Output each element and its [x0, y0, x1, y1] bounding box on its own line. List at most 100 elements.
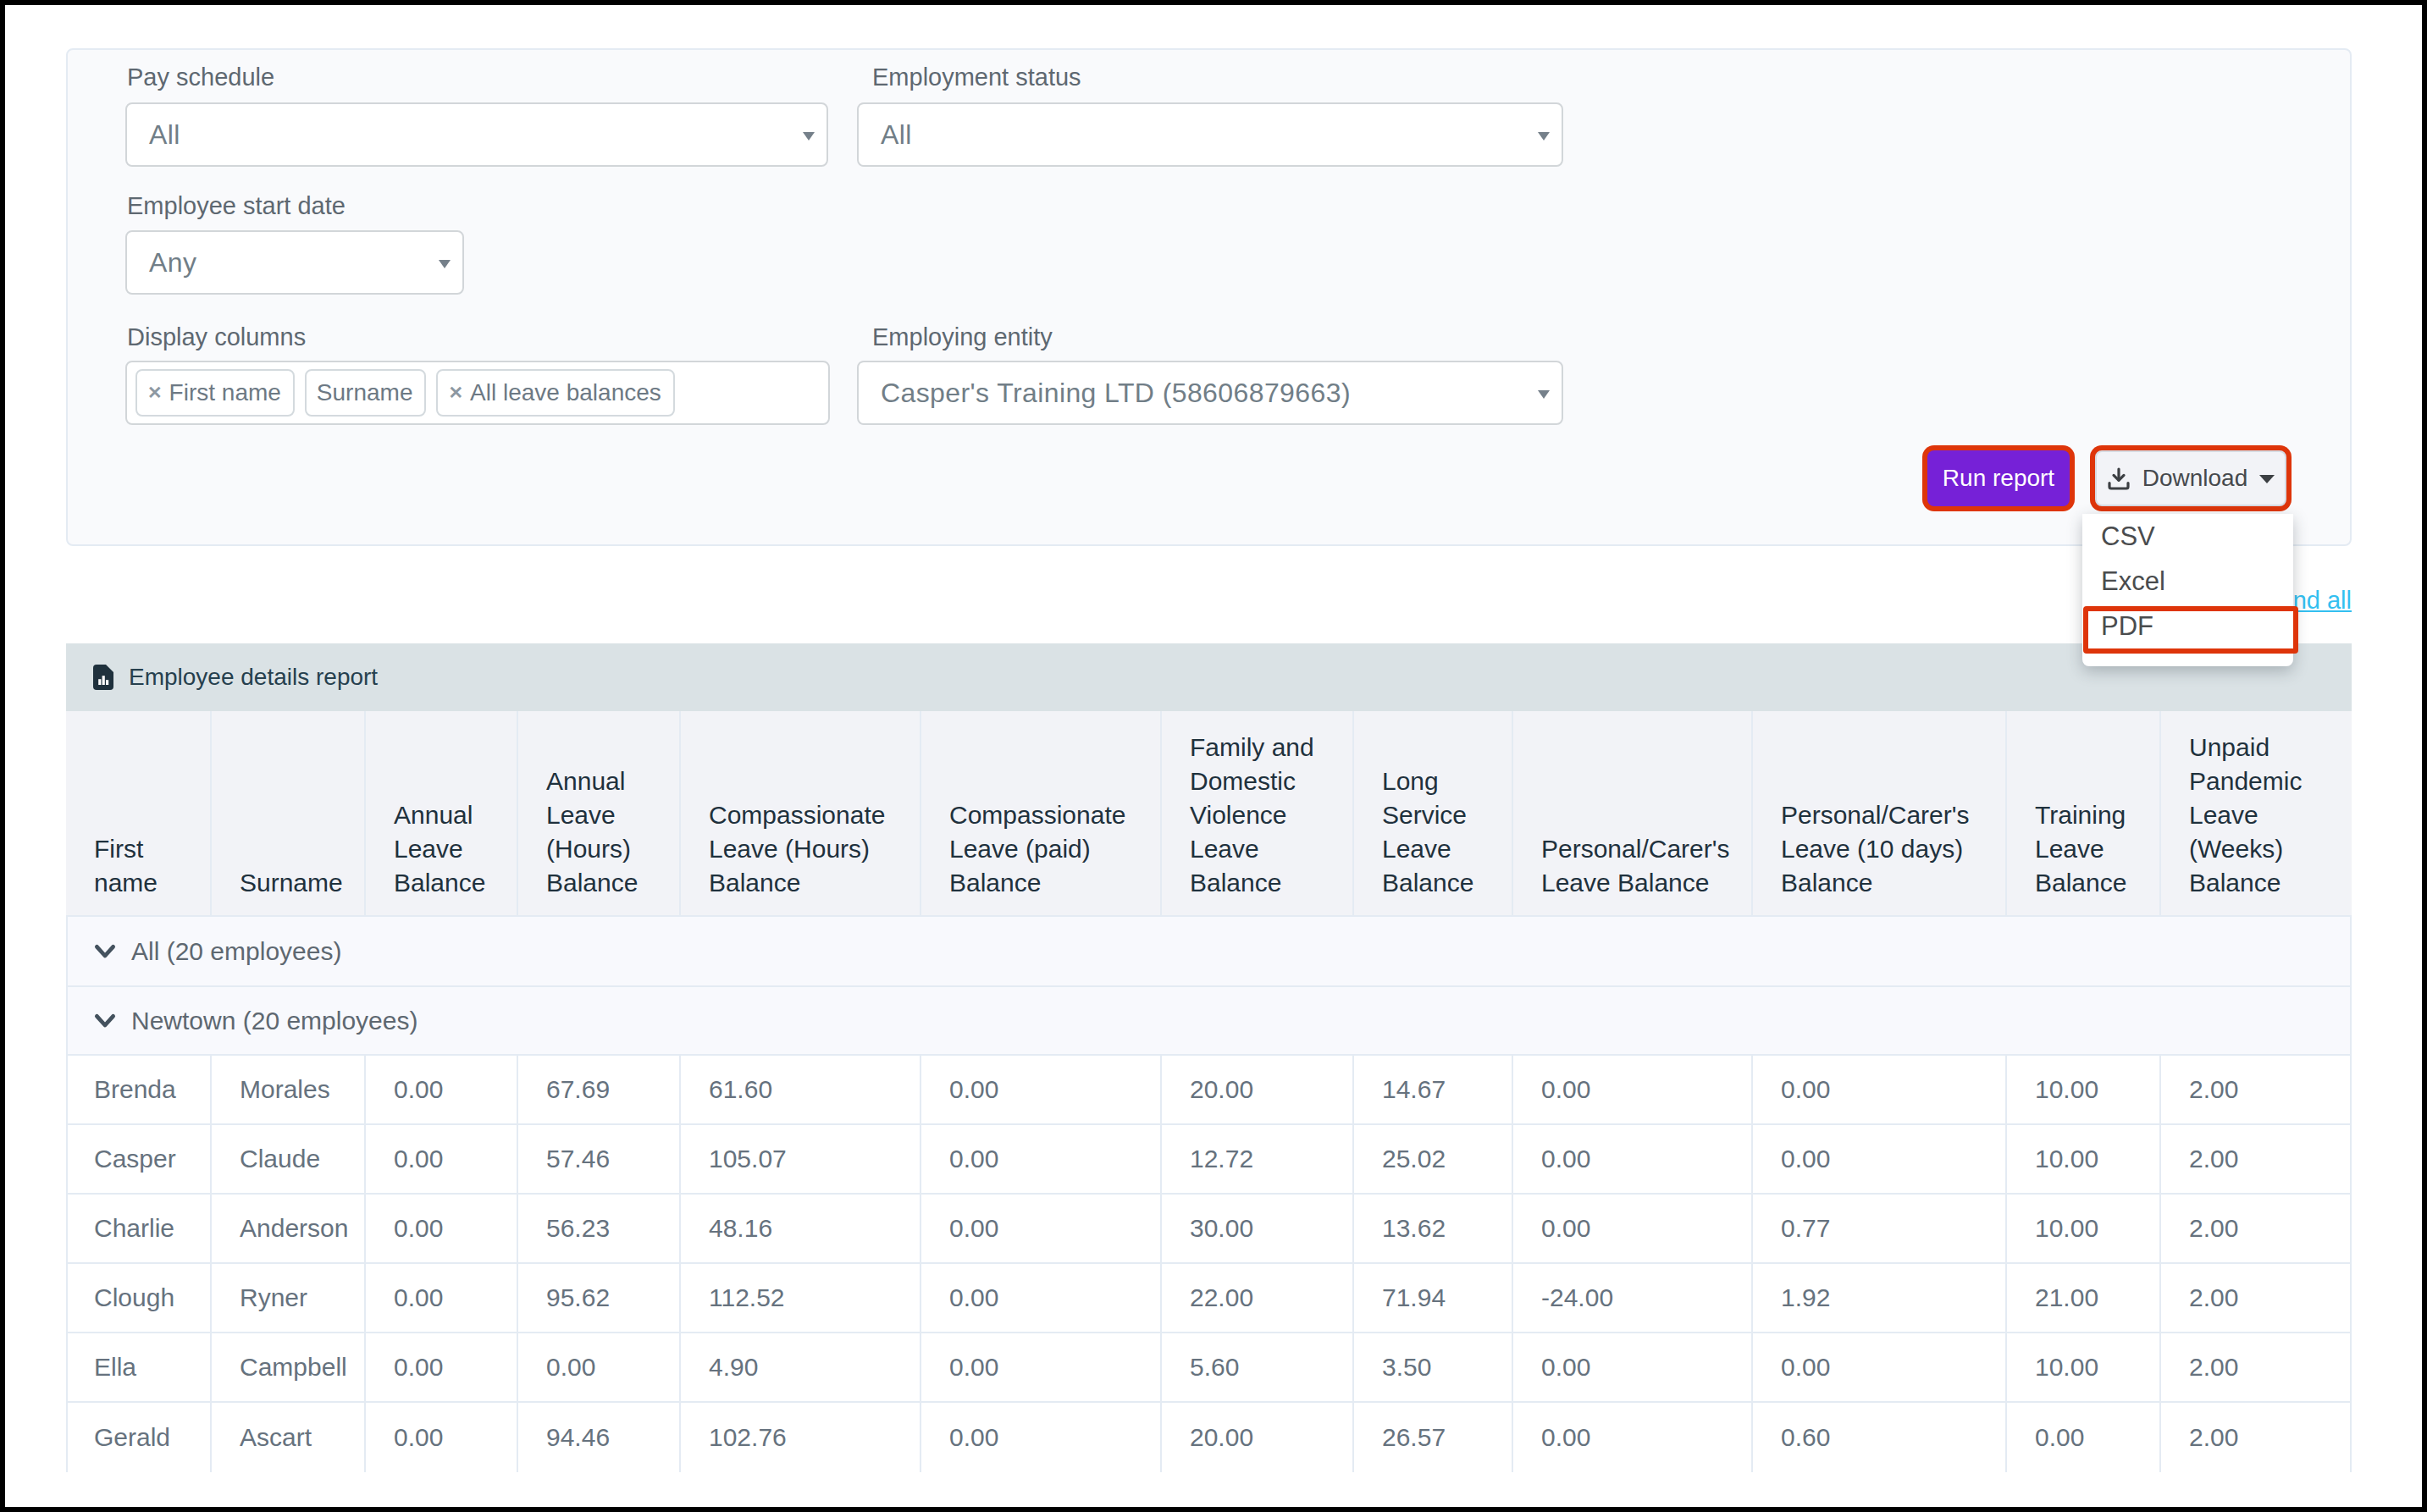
column-tag[interactable]: ✕ All leave balances — [436, 369, 674, 417]
table-cell: Gerald — [66, 1403, 210, 1472]
display-columns-label: Display columns — [127, 324, 306, 350]
report-title: Employee details report — [129, 664, 378, 691]
table-cell: Ryner — [210, 1264, 364, 1332]
employment-status-label: Employment status — [872, 64, 1081, 90]
table-cell: 10.00 — [2005, 1125, 2159, 1193]
pay-schedule-select[interactable]: All — [125, 102, 828, 167]
table-cell: Ascart — [210, 1403, 364, 1472]
table-header-row: First nameSurnameAnnual Leave BalanceAnn… — [66, 711, 2352, 917]
table-cell: 0.00 — [364, 1264, 517, 1332]
table-cell: 0.00 — [1751, 1056, 2005, 1123]
column-tag[interactable]: Surname — [305, 369, 427, 417]
table-cell: 10.00 — [2005, 1056, 2159, 1123]
table-cell: Casper — [66, 1125, 210, 1193]
header-cell: Long Service Leave Balance — [1352, 711, 1512, 915]
header-cell: Surname — [210, 711, 364, 915]
table-row: BrendaMorales0.0067.6961.600.0020.0014.6… — [66, 1056, 2352, 1125]
header-cell: Training Leave Balance — [2005, 711, 2159, 915]
table-cell: Clough — [66, 1264, 210, 1332]
chevron-down-icon — [1538, 390, 1550, 399]
table-cell: 0.00 — [364, 1333, 517, 1401]
table-cell: 25.02 — [1352, 1125, 1512, 1193]
tag-label: All leave balances — [470, 379, 661, 406]
employing-entity-select[interactable]: Casper's Training LTD (58606879663) — [857, 361, 1563, 425]
table-body: BrendaMorales0.0067.6961.600.0020.0014.6… — [66, 1056, 2352, 1472]
header-cell: Family and Domestic Violence Leave Balan… — [1160, 711, 1352, 915]
table-cell: 3.50 — [1352, 1333, 1512, 1401]
header-cell: Compassionate Leave (paid) Balance — [920, 711, 1160, 915]
employee-start-date-select[interactable]: Any — [125, 230, 464, 295]
table-cell: 1.92 — [1751, 1264, 2005, 1332]
table-cell: 0.00 — [1512, 1195, 1751, 1262]
download-icon — [2107, 466, 2131, 490]
employment-status-value: All — [881, 119, 912, 151]
table-cell: Claude — [210, 1125, 364, 1193]
header-cell: Compassionate Leave (Hours) Balance — [679, 711, 920, 915]
table-cell: 2.00 — [2159, 1125, 2352, 1193]
table-row: EllaCampbell0.000.004.900.005.603.500.00… — [66, 1333, 2352, 1403]
table-cell: 2.00 — [2159, 1333, 2352, 1401]
pay-schedule-value: All — [149, 119, 180, 151]
table-cell: 0.00 — [1512, 1056, 1751, 1123]
table-cell: 61.60 — [679, 1056, 920, 1123]
table-cell: 0.00 — [920, 1195, 1160, 1262]
table-cell: 0.00 — [364, 1403, 517, 1472]
remove-tag-icon[interactable]: ✕ — [448, 383, 463, 403]
table-cell: 0.00 — [920, 1403, 1160, 1472]
header-cell: Unpaid Pandemic Leave (Weeks) Balance — [2159, 711, 2352, 915]
table-cell: 2.00 — [2159, 1056, 2352, 1123]
group-label: All (20 employees) — [131, 937, 341, 966]
table-cell: 0.00 — [920, 1125, 1160, 1193]
table-cell: 0.00 — [1751, 1333, 2005, 1401]
employment-status-select[interactable]: All — [857, 102, 1563, 167]
table-cell: Brenda — [66, 1056, 210, 1123]
table-cell: 0.00 — [2005, 1403, 2159, 1472]
table-cell: 0.77 — [1751, 1195, 2005, 1262]
group-row-newtown[interactable]: Newtown (20 employees) — [66, 987, 2352, 1056]
table-cell: 0.00 — [1512, 1403, 1751, 1472]
table-cell: 67.69 — [517, 1056, 679, 1123]
display-columns-input[interactable]: ✕First nameSurname ✕ All leave balances — [125, 361, 830, 425]
run-report-button[interactable]: Run report — [1927, 450, 2070, 506]
download-label: Download — [2142, 465, 2248, 492]
pay-schedule-label: Pay schedule — [127, 64, 274, 90]
report-icon — [93, 665, 113, 690]
table-cell: 10.00 — [2005, 1333, 2159, 1401]
download-button[interactable]: Download — [2095, 450, 2286, 506]
table-cell: 10.00 — [2005, 1195, 2159, 1262]
pdf-annotation-box — [2083, 606, 2298, 654]
chevron-down-icon — [439, 260, 451, 268]
table-cell: 2.00 — [2159, 1403, 2352, 1472]
table-cell: 14.67 — [1352, 1056, 1512, 1123]
table-cell: 71.94 — [1352, 1264, 1512, 1332]
table-row: CasperClaude0.0057.46105.070.0012.7225.0… — [66, 1125, 2352, 1195]
table-cell: 30.00 — [1160, 1195, 1352, 1262]
table-cell: 95.62 — [517, 1264, 679, 1332]
table-cell: 102.76 — [679, 1403, 920, 1472]
table-cell: 13.62 — [1352, 1195, 1512, 1262]
table-cell: 57.46 — [517, 1125, 679, 1193]
header-cell: Personal/Carer's Leave (10 days) Balance — [1751, 711, 2005, 915]
table-row: CharlieAnderson0.0056.2348.160.0030.0013… — [66, 1195, 2352, 1264]
table-cell: 0.00 — [364, 1195, 517, 1262]
menu-item-csv[interactable]: CSV — [2082, 514, 2293, 559]
employing-entity-value: Casper's Training LTD (58606879663) — [881, 378, 1351, 409]
table-cell: 0.00 — [920, 1264, 1160, 1332]
remove-tag-icon[interactable]: ✕ — [147, 383, 163, 403]
table-cell: 0.00 — [364, 1056, 517, 1123]
chevron-down-icon — [94, 944, 116, 959]
group-label: Newtown (20 employees) — [131, 1007, 417, 1035]
group-row-all[interactable]: All (20 employees) — [66, 917, 2352, 987]
table-cell: 94.46 — [517, 1403, 679, 1472]
employing-entity-label: Employing entity — [872, 324, 1053, 350]
report-title-bar: Employee details report — [66, 643, 2352, 711]
menu-item-excel[interactable]: Excel — [2082, 559, 2293, 604]
table-cell: 112.52 — [679, 1264, 920, 1332]
table-cell: 26.57 — [1352, 1403, 1512, 1472]
chevron-down-icon — [2259, 475, 2275, 483]
column-tag[interactable]: ✕First name — [135, 369, 295, 417]
table-row: CloughRyner0.0095.62112.520.0022.0071.94… — [66, 1264, 2352, 1333]
table-cell: 0.00 — [1751, 1125, 2005, 1193]
run-report-label: Run report — [1943, 465, 2054, 492]
table-cell: Ella — [66, 1333, 210, 1401]
